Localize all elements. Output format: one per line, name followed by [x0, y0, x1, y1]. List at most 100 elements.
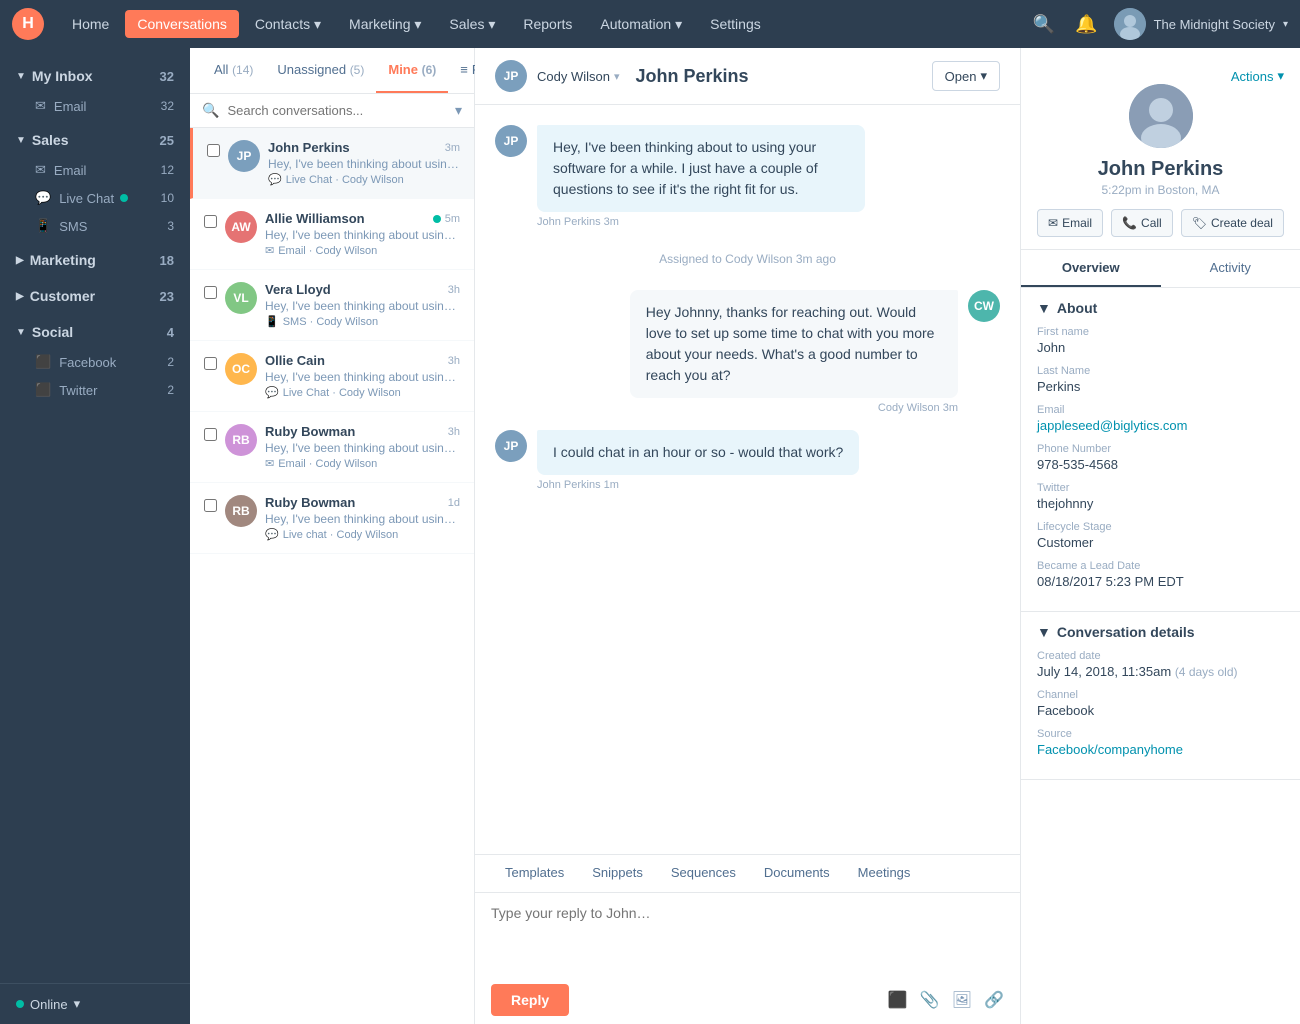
- conv-time: 5m: [445, 213, 460, 225]
- actions-chevron-icon: ▾: [1277, 68, 1284, 84]
- avatar: AW: [225, 211, 257, 243]
- sidebar-social-header[interactable]: ▼ Social 4: [0, 316, 190, 348]
- sidebar: ▼ My Inbox 32 ✉ Email 32 ▼ Sales 25 ✉ Em…: [0, 48, 190, 1024]
- conv-checkbox[interactable]: [207, 144, 220, 157]
- reply-input[interactable]: [475, 893, 1020, 973]
- conv-name: Ruby Bowman: [265, 424, 355, 439]
- unread-dot: [433, 215, 441, 223]
- conv-checkbox[interactable]: [204, 357, 217, 370]
- link-icon[interactable]: 🔗: [984, 990, 1004, 1010]
- conv-details-header[interactable]: ▼ Conversation details: [1037, 624, 1284, 640]
- right-panel: Actions ▾ John Perkins 5:22pm in Boston,…: [1020, 48, 1300, 1024]
- conv-channel: 💬 Live Chat · Cody Wilson: [265, 386, 460, 399]
- status-footer[interactable]: Online ▾: [0, 983, 190, 1024]
- sidebar-marketing-header[interactable]: ▶ Marketing 18: [0, 244, 190, 276]
- nav-conversations[interactable]: Conversations: [125, 10, 239, 38]
- search-icon[interactable]: 🔍: [1029, 10, 1059, 39]
- search-input[interactable]: [227, 103, 455, 118]
- sidebar-sales-header[interactable]: ▼ Sales 25: [0, 124, 190, 156]
- conv-checkbox[interactable]: [204, 215, 217, 228]
- field-firstname: First name John: [1037, 326, 1284, 355]
- channel-label: Live Chat · Cody Wilson: [286, 174, 404, 186]
- email-action-btn[interactable]: ✉ Email: [1037, 209, 1103, 237]
- attachment-icon[interactable]: 📎: [920, 990, 940, 1010]
- source-value[interactable]: Facebook/companyhome: [1037, 742, 1284, 757]
- call-action-btn[interactable]: 📞 Call: [1111, 209, 1173, 237]
- sidebar-myinbox-header[interactable]: ▼ My Inbox 32: [0, 60, 190, 92]
- conv-header: Vera Lloyd 3h: [265, 282, 460, 297]
- sidebar-item-twitter[interactable]: ⬛ Twitter 2: [0, 376, 190, 404]
- message-time: 3m: [943, 402, 958, 414]
- customer-label: Customer: [30, 288, 95, 304]
- sms-icon: 📱: [35, 218, 51, 234]
- reply-tab-templates[interactable]: Templates: [491, 855, 578, 892]
- all-count: (14): [232, 63, 253, 77]
- message-row: JP Hey, I've been thinking about to usin…: [495, 125, 1000, 228]
- tab-mine[interactable]: Mine (6): [376, 48, 448, 93]
- sidebar-item-sms[interactable]: 📱 SMS 3: [0, 212, 190, 240]
- list-item[interactable]: OC Ollie Cain 3h Hey, I've been thinking…: [190, 341, 474, 412]
- email-btn-label: Email: [1062, 216, 1092, 230]
- assigned-to-selector[interactable]: Cody Wilson ▾: [537, 69, 620, 84]
- user-menu[interactable]: The Midnight Society ▾: [1114, 8, 1288, 40]
- nav-sales[interactable]: Sales ▾: [437, 10, 507, 39]
- nav-automation[interactable]: Automation ▾: [588, 10, 694, 39]
- reply-tab-documents[interactable]: Documents: [750, 855, 844, 892]
- conv-details: Vera Lloyd 3h Hey, I've been thinking ab…: [265, 282, 460, 328]
- conv-checkbox[interactable]: [204, 428, 217, 441]
- list-item[interactable]: VL Vera Lloyd 3h Hey, I've been thinking…: [190, 270, 474, 341]
- list-item[interactable]: AW Allie Williamson 5m Hey, I've been th…: [190, 199, 474, 270]
- channel-icon: 📱: [265, 315, 279, 328]
- sidebar-customer-header[interactable]: ▶ Customer 23: [0, 280, 190, 312]
- list-item[interactable]: JP John Perkins 3m Hey, I've been thinki…: [190, 128, 474, 199]
- nav-home[interactable]: Home: [60, 10, 121, 38]
- create-deal-btn[interactable]: 🏷 Create deal: [1181, 209, 1284, 237]
- message-sender: Cody Wilson: [878, 402, 940, 414]
- reply-tab-snippets[interactable]: Snippets: [578, 855, 657, 892]
- email-value[interactable]: jappleseed@biglytics.com: [1037, 418, 1284, 433]
- user-menu-chevron: ▾: [1283, 19, 1288, 30]
- tab-activity[interactable]: Activity: [1161, 250, 1300, 287]
- message-time: 3m: [604, 216, 619, 228]
- emoji-icon[interactable]: ⬛: [888, 990, 908, 1010]
- lifecycle-value: Customer: [1037, 535, 1284, 550]
- about-section-header[interactable]: ▼ About: [1037, 300, 1284, 316]
- conv-name: Ollie Cain: [265, 353, 325, 368]
- status-button[interactable]: Open ▾: [932, 61, 1000, 91]
- channel-label: Live Chat · Cody Wilson: [283, 387, 401, 399]
- sidebar-section-sales: ▼ Sales 25 ✉ Email 12 💬 Live Chat 10 📱 S…: [0, 124, 190, 240]
- image-icon[interactable]: 🖼: [952, 990, 972, 1010]
- nav-reports[interactable]: Reports: [511, 10, 584, 38]
- sidebar-item-email-inbox[interactable]: ✉ Email 32: [0, 92, 190, 120]
- message-meta: John Perkins 3m: [537, 216, 865, 228]
- message-row: JP I could chat in an hour or so - would…: [495, 430, 1000, 491]
- tab-all[interactable]: All (14): [202, 48, 265, 93]
- conv-checkbox[interactable]: [204, 286, 217, 299]
- nav-contacts[interactable]: Contacts ▾: [243, 10, 333, 39]
- reply-tab-sequences[interactable]: Sequences: [657, 855, 750, 892]
- logo[interactable]: H: [12, 8, 44, 40]
- sidebar-item-sales-email[interactable]: ✉ Email 12: [0, 156, 190, 184]
- search-filter-btn[interactable]: ▾: [455, 102, 462, 119]
- nav-settings[interactable]: Settings: [698, 10, 773, 38]
- sidebar-item-facebook[interactable]: ⬛ Facebook 2: [0, 348, 190, 376]
- assigned-chevron-icon: ▾: [614, 70, 620, 83]
- reply-button[interactable]: Reply: [491, 984, 569, 1016]
- conv-checkbox[interactable]: [204, 499, 217, 512]
- tab-unassigned[interactable]: Unassigned (5): [265, 48, 376, 93]
- twitter-count: 2: [167, 383, 174, 397]
- list-item[interactable]: RB Ruby Bowman 3h Hey, I've been thinkin…: [190, 412, 474, 483]
- conv-channel: 💬 Live chat · Cody Wilson: [265, 528, 460, 541]
- nav-marketing[interactable]: Marketing ▾: [337, 10, 433, 39]
- actions-button[interactable]: Actions ▾: [1231, 68, 1284, 84]
- notifications-icon[interactable]: 🔔: [1071, 10, 1101, 39]
- user-avatar: [1114, 8, 1146, 40]
- tab-overview[interactable]: Overview: [1021, 250, 1161, 287]
- reply-footer-icons: ⬛ 📎 🖼 🔗: [888, 990, 1004, 1010]
- reply-tab-meetings[interactable]: Meetings: [844, 855, 925, 892]
- sidebar-item-livechat[interactable]: 💬 Live Chat 10: [0, 184, 190, 212]
- list-item[interactable]: RB Ruby Bowman 1d Hey, I've been thinkin…: [190, 483, 474, 554]
- unassigned-count: (5): [350, 63, 365, 77]
- channel-icon: ✉: [265, 457, 274, 470]
- reply-footer: Reply ⬛ 📎 🖼 🔗: [475, 976, 1020, 1024]
